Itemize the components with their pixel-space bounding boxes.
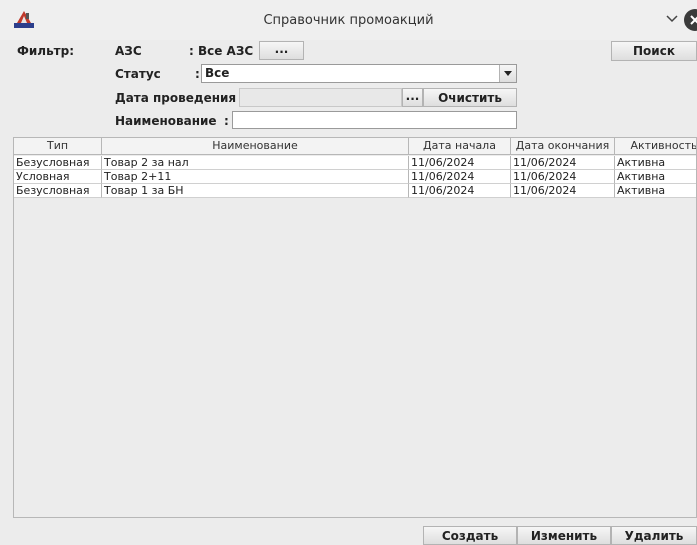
cell-type: Безусловная: [14, 184, 102, 198]
cell-end-date: 11/06/2024: [511, 184, 615, 198]
create-button[interactable]: Создать: [423, 526, 517, 545]
date-label: Дата проведения :: [115, 91, 246, 105]
window-title: Справочник промоакций: [263, 13, 434, 28]
cell-name: Товар 2 за нал: [102, 156, 409, 170]
cell-type: Безусловная: [14, 156, 102, 170]
cell-start-date: 11/06/2024: [409, 156, 511, 170]
cell-type: Условная: [14, 170, 102, 184]
filter-label: Фильтр:: [17, 44, 75, 58]
table-row[interactable]: Условная Товар 2+11 11/06/2024 11/06/202…: [14, 170, 696, 184]
cell-activity: Активна: [615, 156, 696, 170]
column-header-activity[interactable]: Активность: [615, 138, 696, 155]
azs-value: : Все АЗС: [189, 44, 254, 58]
search-button[interactable]: Поиск: [611, 41, 697, 61]
date-field: [239, 88, 402, 107]
cell-start-date: 11/06/2024: [409, 170, 511, 184]
chevron-down-icon[interactable]: [499, 65, 516, 82]
cell-name: Товар 1 за БН: [102, 184, 409, 198]
status-dropdown[interactable]: Все: [201, 64, 517, 83]
delete-button[interactable]: Удалить: [611, 526, 697, 545]
table-header: Тип Наименование Дата начала Дата оконча…: [14, 138, 696, 155]
name-colon: :: [224, 114, 229, 128]
cell-activity: Активна: [615, 170, 696, 184]
name-label: Наименование: [115, 114, 217, 128]
azs-label: АЗС: [115, 44, 142, 58]
table-row[interactable]: Безусловная Товар 2 за нал 11/06/2024 11…: [14, 156, 696, 170]
cell-end-date: 11/06/2024: [511, 170, 615, 184]
status-value: Все: [205, 66, 230, 80]
cell-start-date: 11/06/2024: [409, 184, 511, 198]
azs-select-button[interactable]: ...: [259, 41, 304, 60]
cell-name: Товар 2+11: [102, 170, 409, 184]
clear-button[interactable]: Очистить: [423, 88, 517, 107]
column-header-type[interactable]: Тип: [14, 138, 102, 155]
edit-button[interactable]: Изменить: [517, 526, 611, 545]
column-header-start-date[interactable]: Дата начала: [409, 138, 511, 155]
name-input[interactable]: [232, 111, 517, 129]
cell-activity: Активна: [615, 184, 696, 198]
status-label: Статус: [115, 67, 161, 81]
cell-end-date: 11/06/2024: [511, 156, 615, 170]
status-colon: :: [195, 67, 200, 81]
column-header-end-date[interactable]: Дата окончания: [511, 138, 615, 155]
title-bar: Справочник промоакций: [0, 0, 697, 40]
column-header-name[interactable]: Наименование: [102, 138, 409, 155]
chevron-down-icon[interactable]: [664, 10, 680, 26]
promo-table[interactable]: Тип Наименование Дата начала Дата оконча…: [13, 137, 697, 518]
date-picker-button[interactable]: ...: [402, 88, 423, 107]
table-row[interactable]: Безусловная Товар 1 за БН 11/06/2024 11/…: [14, 184, 696, 198]
